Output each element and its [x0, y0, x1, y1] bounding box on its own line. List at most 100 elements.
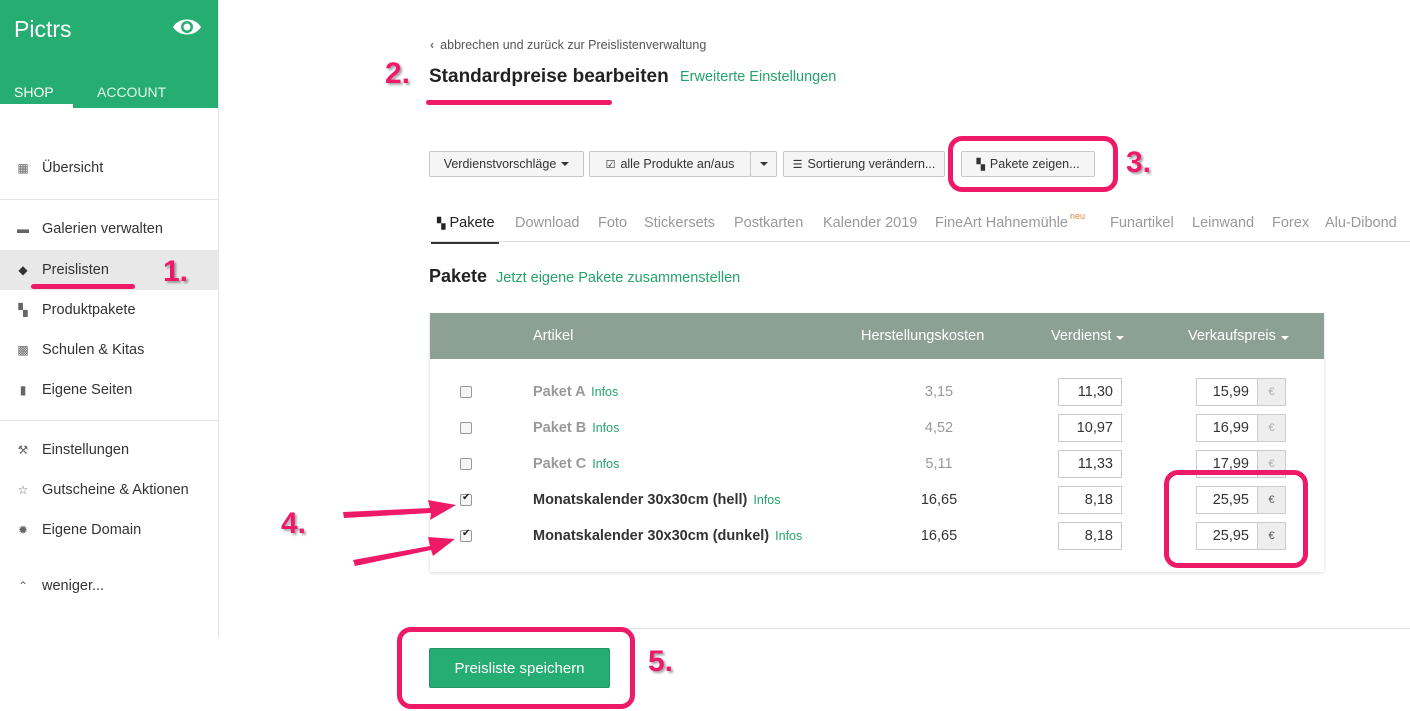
sidebar-item-label: Gutscheine & Aktionen	[42, 482, 189, 498]
profit-input[interactable]	[1058, 378, 1122, 406]
wrench-icon: ⚒	[17, 443, 29, 457]
header-profit-sort[interactable]: Verdienst	[1051, 328, 1125, 344]
caret-down-icon	[1116, 336, 1125, 340]
tab-label: FineArt Hahnemühle	[935, 215, 1068, 231]
sidebar-item-label: Eigene Domain	[42, 522, 142, 538]
gift-icon: ▚	[18, 303, 28, 317]
row-checkbox[interactable]	[460, 492, 472, 506]
sidebar-item-packages[interactable]: ▚ Produktpakete	[0, 290, 218, 330]
header-cost: Herstellungskosten	[861, 328, 985, 344]
toggle-all-button[interactable]: ☑ alle Produkte an/aus	[589, 151, 751, 177]
row-name: Paket A Infos	[533, 384, 618, 400]
section-title: Pakete	[429, 266, 488, 286]
create-packages-link[interactable]: Jetzt eigene Pakete zusammenstellen	[496, 270, 740, 286]
tab-shop[interactable]: SHOP	[14, 84, 54, 100]
file-icon: ▮	[19, 383, 27, 397]
annotation-label-2: 2.	[385, 57, 411, 90]
back-link[interactable]: ‹ abbrechen und zurück zur Preislistenver…	[430, 38, 706, 52]
tab-fineart[interactable]: FineArt Hahnemühle neu	[935, 211, 1085, 231]
row-name-label: Monatskalender 30x30cm (dunkel)	[533, 528, 770, 544]
sidebar-item-label: Eigene Seiten	[42, 382, 133, 398]
tab-pakete[interactable]: ▚ Pakete	[431, 215, 499, 244]
sidebar-item-pages[interactable]: ▮ Eigene Seiten	[0, 370, 218, 410]
tab-foto[interactable]: Foto	[598, 215, 627, 231]
profit-input[interactable]	[1058, 522, 1122, 550]
tab-forex[interactable]: Forex	[1272, 215, 1309, 231]
sidebar: Pictrs SHOP ACCOUNT ▦ Übersicht ▬ Galeri…	[0, 0, 219, 636]
annotation-box	[948, 136, 1118, 192]
infos-link[interactable]: Infos	[592, 421, 619, 435]
sidebar-item-label: Einstellungen	[42, 442, 130, 458]
caret-down-icon	[561, 162, 570, 166]
category-tabs: ▚ Pakete Download Foto Stickersets Postka…	[429, 204, 1410, 244]
row-name: Paket B Infos	[533, 420, 619, 436]
tab-funartikel[interactable]: Funartikel	[1110, 215, 1174, 231]
folder-icon: ▬	[17, 222, 29, 236]
header-price-sort[interactable]: Verkaufspreis	[1188, 328, 1289, 344]
tab-kalender[interactable]: Kalender 2019	[823, 215, 917, 231]
row-checkbox[interactable]	[460, 458, 472, 470]
certificate-icon: ✹	[17, 523, 29, 537]
row-cost: 5,11	[925, 456, 953, 472]
tab-download[interactable]: Download	[515, 215, 580, 231]
header-profit-label: Verdienst	[1051, 328, 1112, 344]
row-name-label: Paket B	[533, 420, 587, 436]
sidebar-item-overview[interactable]: ▦ Übersicht	[0, 148, 218, 188]
suggestions-label: Verdienstvorschläge	[443, 157, 557, 171]
row-checkbox[interactable]	[460, 528, 472, 542]
back-link-label: abbrechen und zurück zur Preislistenverw…	[440, 38, 707, 52]
profit-input[interactable]	[1058, 414, 1122, 442]
profit-input[interactable]	[1058, 486, 1122, 514]
suggestions-dropdown[interactable]: Verdienstvorschläge	[429, 151, 584, 177]
tab-account[interactable]: ACCOUNT	[97, 84, 166, 100]
tab-alu-dibond[interactable]: Alu-Dibond	[1325, 215, 1397, 231]
tab-stickersets[interactable]: Stickersets	[644, 215, 715, 231]
infos-link[interactable]: Infos	[753, 493, 780, 507]
sidebar-item-label: Schulen & Kitas	[42, 342, 145, 358]
row-name-label: Paket A	[533, 384, 586, 400]
caret-down-icon	[759, 162, 768, 166]
tab-leinwand[interactable]: Leinwand	[1192, 215, 1254, 231]
page-title: Standardpreise bearbeiten	[429, 66, 669, 87]
row-name: Monatskalender 30x30cm (dunkel) Infos	[533, 528, 802, 544]
eye-icon[interactable]	[171, 14, 203, 40]
annotation-underline	[31, 284, 135, 289]
caret-down-icon	[1280, 336, 1289, 340]
star-icon: ☆	[17, 483, 29, 497]
annotation-label-4: 4.	[281, 507, 307, 540]
row-name: Paket C Infos	[533, 456, 619, 472]
list-icon: ☰	[792, 158, 803, 171]
sidebar-item-domain[interactable]: ✹ Eigene Domain	[0, 510, 218, 550]
infos-link[interactable]: Infos	[592, 457, 619, 471]
sidebar-item-settings[interactable]: ⚒ Einstellungen	[0, 430, 218, 470]
sidebar-item-schools[interactable]: ▩ Schulen & Kitas	[0, 330, 218, 370]
check-square-icon: ☑	[605, 158, 616, 171]
sidebar-item-vouchers[interactable]: ☆ Gutscheine & Aktionen	[0, 470, 218, 510]
profit-input[interactable]	[1058, 450, 1122, 478]
price-input[interactable]	[1196, 378, 1258, 406]
tab-postkarten[interactable]: Postkarten	[734, 215, 803, 231]
sidebar-item-galleries[interactable]: ▬ Galerien verwalten	[0, 209, 218, 249]
currency-addon: €	[1258, 414, 1286, 442]
row-checkbox[interactable]	[460, 386, 472, 398]
table-header: Artikel Herstellungskosten Verdienst Ver…	[430, 313, 1324, 359]
row-checkbox[interactable]	[460, 422, 472, 434]
price-input[interactable]	[1196, 414, 1258, 442]
sidebar-item-less[interactable]: ⌃ weniger...	[0, 566, 218, 606]
sidebar-item-label: Übersicht	[42, 160, 104, 176]
tags-icon: ◆	[18, 263, 28, 277]
sorting-label: Sortierung verändern...	[807, 157, 936, 171]
infos-link[interactable]: Infos	[775, 529, 802, 543]
row-cost: 3,15	[924, 384, 954, 400]
infos-link[interactable]: Infos	[591, 385, 618, 399]
brand-header: Pictrs SHOP ACCOUNT	[0, 0, 218, 108]
row-name-label: Monatskalender 30x30cm (hell)	[533, 492, 748, 508]
toggle-all-dropdown[interactable]	[750, 151, 777, 177]
advanced-settings-link[interactable]: Erweiterte Einstellungen	[680, 69, 836, 85]
sidebar-item-label: weniger...	[42, 578, 105, 594]
brand-logo[interactable]: Pictrs	[14, 16, 72, 43]
tab-indicator	[0, 104, 73, 108]
sorting-button[interactable]: ☰ Sortierung verändern...	[783, 151, 945, 177]
calendar-icon: ▦	[17, 161, 29, 175]
gift-icon: ▚	[437, 218, 446, 230]
